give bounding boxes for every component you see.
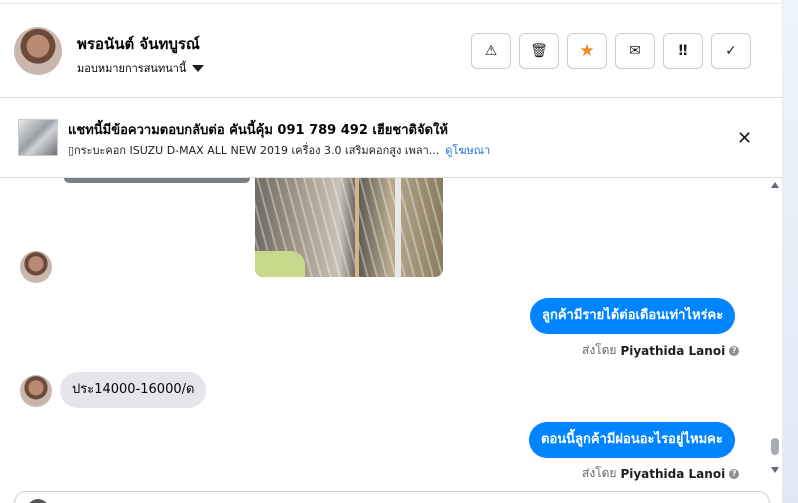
sender-name[interactable]: Piyathida Lanoi xyxy=(620,467,725,481)
scroll-up-arrow-icon[interactable] xyxy=(771,182,779,188)
sender-name[interactable]: Piyathida Lanoi xyxy=(620,344,725,358)
window-edge xyxy=(782,0,798,503)
image-detail xyxy=(355,178,359,277)
inbox-conversation-panel: พรอนันต์ จันทบูรณ์ มอบหมายการสนทนานี้ ⚠ … xyxy=(0,0,798,503)
sent-by-label: ส่งโดย xyxy=(582,466,617,480)
scroll-down-arrow-icon[interactable] xyxy=(771,467,779,473)
ad-title: แชทนี้มีข้อความตอบกลับต่อ คันนี้คุ้ม 091… xyxy=(68,123,448,138)
ad-description: ▯กระบะคอก ISUZU D-MAX ALL NEW 2019 เครื่… xyxy=(68,144,440,157)
conversation-actions: ⚠ 🗑 ★ ✉ ‼ ✓ xyxy=(471,33,751,69)
trash-icon: 🗑 xyxy=(530,43,548,59)
message-thread: ลูกค้ามีรายได้ต่อเดือนเท่าไหร่คะ ส่งโดย … xyxy=(0,178,782,503)
mark-spam-button[interactable]: ⚠ xyxy=(471,33,511,69)
follow-up-button[interactable]: ‼ xyxy=(663,33,703,69)
info-icon[interactable]: ? xyxy=(729,468,740,479)
close-icon[interactable]: ✕ xyxy=(737,128,752,149)
outgoing-message[interactable]: ลูกค้ามีรายได้ต่อเดือนเท่าไหร่คะ xyxy=(530,298,736,334)
contact-name[interactable]: พรอนันต์ จันทบูรณ์ xyxy=(77,32,200,56)
ad-subtitle: ▯กระบะคอก ISUZU D-MAX ALL NEW 2019 เครื่… xyxy=(68,141,490,159)
incoming-message[interactable]: ประ14000-16000/ด xyxy=(60,372,207,408)
image-attachment[interactable] xyxy=(255,178,443,277)
scrollbar-thumb[interactable] xyxy=(771,438,779,455)
previous-image-attachment[interactable] xyxy=(64,178,250,183)
view-ad-link[interactable]: ดูโฆษณา xyxy=(445,144,490,157)
sent-by-line: ส่งโดย Piyathida Lanoi ? xyxy=(582,464,740,483)
assign-conversation-dropdown[interactable]: มอบหมายการสนทนานี้ xyxy=(77,59,205,77)
envelope-open-icon: ✉ xyxy=(629,43,641,59)
sender-avatar[interactable] xyxy=(20,375,52,407)
contact-avatar[interactable] xyxy=(14,27,62,75)
sent-by-line: ส่งโดย Piyathida Lanoi ? xyxy=(582,341,740,360)
ad-context-bar: แชทนี้มีข้อความตอบกลับต่อ คันนี้คุ้ม 091… xyxy=(0,98,782,178)
check-icon: ✓ xyxy=(725,43,737,59)
conversation-header: พรอนันต์ จันทบูรณ์ มอบหมายการสนทนานี้ ⚠ … xyxy=(0,4,782,98)
mark-done-button[interactable]: ✓ xyxy=(711,33,751,69)
assign-conversation-label: มอบหมายการสนทนานี้ xyxy=(77,62,187,75)
double-exclamation-icon: ‼ xyxy=(678,43,688,59)
mark-unread-button[interactable]: ✉ xyxy=(615,33,655,69)
outgoing-message[interactable]: ตอนนี้ลูกค้ามีผ่อนอะไรอยู่ไหมคะ xyxy=(529,422,735,458)
composer-avatar xyxy=(27,499,49,503)
star-icon: ★ xyxy=(579,41,595,61)
star-button[interactable]: ★ xyxy=(567,33,607,69)
sender-avatar[interactable] xyxy=(20,251,52,283)
message-composer[interactable] xyxy=(14,491,770,503)
delete-button[interactable]: 🗑 xyxy=(519,33,559,69)
image-detail xyxy=(395,178,401,277)
sent-by-label: ส่งโดย xyxy=(582,343,617,357)
warning-icon: ⚠ xyxy=(484,43,498,59)
caret-down-icon xyxy=(192,64,205,72)
image-detail xyxy=(255,251,305,277)
ad-thumbnail[interactable] xyxy=(18,119,58,156)
info-icon[interactable]: ? xyxy=(729,345,740,356)
